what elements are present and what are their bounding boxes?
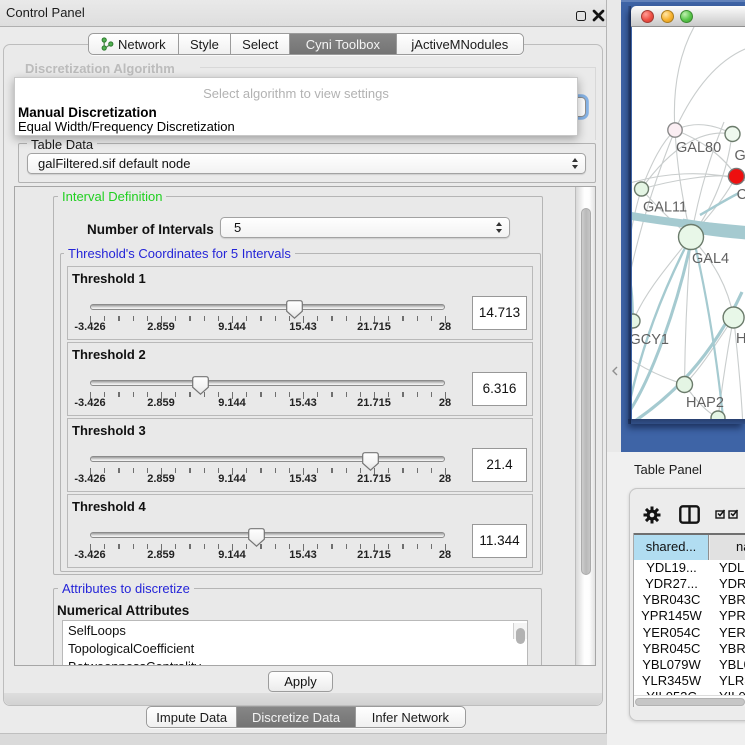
svg-text:GAL4: GAL4	[692, 251, 729, 267]
svg-text:GCY1: GCY1	[632, 332, 669, 348]
svg-text:GAL11: GAL11	[643, 200, 687, 216]
svg-text:HA: HA	[736, 331, 745, 347]
svg-text:GAL4: GAL4	[735, 148, 745, 164]
svg-text:HAP2: HAP2	[686, 395, 724, 411]
svg-text:CDC1: CDC1	[737, 187, 745, 203]
svg-text:GAL80: GAL80	[676, 140, 721, 156]
